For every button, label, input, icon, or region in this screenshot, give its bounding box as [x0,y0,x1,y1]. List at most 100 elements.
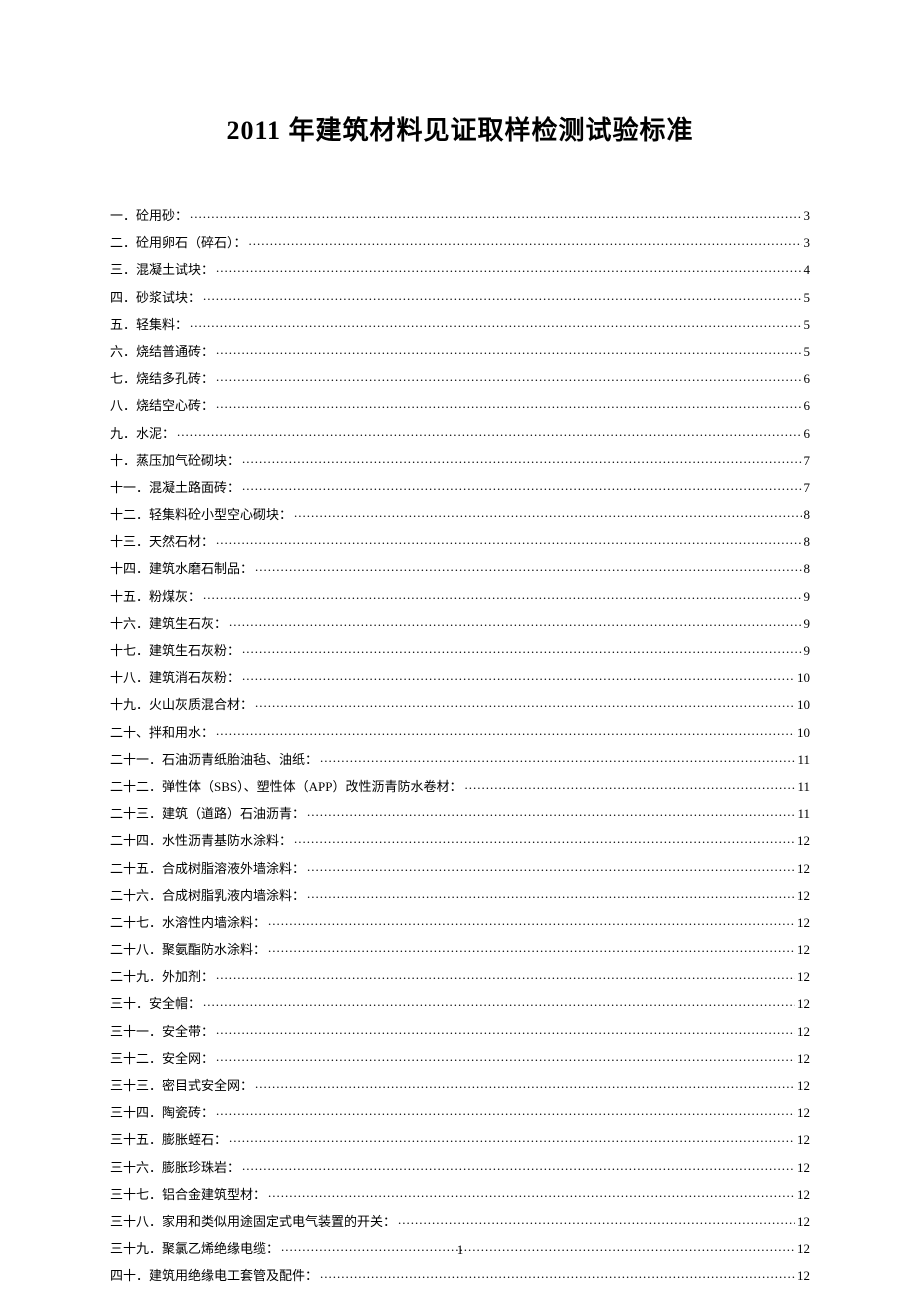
toc-entry-page: 8 [804,562,811,575]
toc-entry: 三十．安全帽：12 [110,995,810,1010]
toc-leader-dots [216,397,801,410]
toc-entry-label: 二十一．石油沥青纸胎油毡、油纸： [110,753,318,766]
toc-entry: 五．轻集料：5 [110,316,810,331]
toc-entry: 二十四．水性沥青基防水涂料：12 [110,832,810,847]
toc-entry: 二十九．外加剂：12 [110,968,810,983]
toc-entry-label: 三十六．膨胀珍珠岩： [110,1161,240,1174]
toc-entry: 三十三．密目式安全网：12 [110,1077,810,1092]
toc-entry: 三十二．安全网：12 [110,1050,810,1065]
page-number: 1 [0,1242,920,1258]
toc-entry-label: 十四．建筑水磨石制品： [110,562,253,575]
table-of-contents: 一．砼用砂：3二．砼用卵石（碎石）：3三．混凝土试块：4四．砂浆试块：5五．轻集… [110,207,810,1282]
toc-entry-page: 12 [797,916,810,929]
toc-leader-dots [320,1267,795,1280]
toc-leader-dots [242,642,801,655]
toc-leader-dots [307,805,795,818]
toc-entry-page: 12 [797,1133,810,1146]
toc-leader-dots [268,941,795,954]
toc-leader-dots [268,914,795,927]
toc-entry: 九．水泥：6 [110,425,810,440]
toc-entry-page: 9 [804,644,811,657]
toc-leader-dots [216,261,801,274]
toc-entry-label: 二十二．弹性体（SBS）、塑性体（APP）改性沥青防水卷材： [110,780,462,793]
toc-leader-dots [177,425,801,438]
toc-entry-label: 四．砂浆试块： [110,291,201,304]
toc-entry-page: 6 [804,372,811,385]
toc-leader-dots [242,1159,795,1172]
toc-entry-label: 三十四．陶瓷砖： [110,1106,214,1119]
toc-entry-page: 6 [804,399,811,412]
toc-entry-label: 十三．天然石材： [110,535,214,548]
toc-entry-page: 9 [804,617,811,630]
toc-entry-label: 三十一．安全带： [110,1025,214,1038]
toc-entry-label: 十二．轻集料砼小型空心砌块： [110,508,292,521]
toc-entry-page: 8 [804,508,811,521]
toc-entry: 三十四．陶瓷砖：12 [110,1104,810,1119]
toc-entry-label: 十．蒸压加气砼砌块： [110,454,240,467]
toc-entry: 二．砼用卵石（碎石）： 3 [110,234,810,249]
toc-entry-page: 3 [804,236,811,249]
toc-leader-dots [320,751,795,764]
toc-entry-page: 11 [797,780,810,793]
toc-leader-dots [203,995,795,1008]
toc-entry-label: 二．砼用卵石（碎石）： [110,236,247,249]
toc-entry-label: 十八．建筑消石灰粉： [110,671,240,684]
toc-leader-dots [203,289,801,302]
toc-entry-label: 六．烧结普通砖： [110,345,214,358]
toc-entry: 二十二．弹性体（SBS）、塑性体（APP）改性沥青防水卷材： 11 [110,778,810,793]
toc-leader-dots [242,479,801,492]
toc-entry-label: 二十八．聚氨酯防水涂料： [110,943,266,956]
toc-entry: 二十五．合成树脂溶液外墙涂料： 12 [110,860,810,875]
toc-entry: 二十六．合成树脂乳液内墙涂料：12 [110,887,810,902]
toc-entry-page: 10 [797,671,810,684]
toc-entry-page: 12 [797,1025,810,1038]
toc-entry: 三．混凝土试块： 4 [110,261,810,276]
toc-entry-label: 二十、拌和用水： [110,726,214,739]
toc-entry-label: 二十九．外加剂： [110,970,214,983]
toc-leader-dots [216,968,795,981]
toc-entry: 十六．建筑生石灰： 9 [110,615,810,630]
toc-entry-page: 5 [804,345,811,358]
toc-entry: 三十七．铝合金建筑型材：12 [110,1186,810,1201]
toc-entry-page: 10 [797,698,810,711]
toc-entry-page: 3 [804,209,811,222]
toc-leader-dots [216,1050,795,1063]
toc-entry-label: 二十六．合成树脂乳液内墙涂料： [110,889,305,902]
toc-leader-dots [255,560,801,573]
toc-entry: 二十七．水溶性内墙涂料：12 [110,914,810,929]
toc-leader-dots [249,234,802,247]
toc-entry-label: 十五．粉煤灰： [110,590,201,603]
toc-entry: 八．烧结空心砖：6 [110,397,810,412]
toc-leader-dots [216,1023,795,1036]
toc-entry: 十一．混凝土路面砖：7 [110,479,810,494]
toc-leader-dots [190,207,801,220]
toc-entry: 十四．建筑水磨石制品： 8 [110,560,810,575]
toc-leader-dots [255,1077,795,1090]
toc-entry-page: 12 [797,1215,810,1228]
toc-leader-dots [307,887,795,900]
toc-entry: 三十八．家用和类似用途固定式电气装置的开关：12 [110,1213,810,1228]
toc-entry: 十二．轻集料砼小型空心砌块： 8 [110,506,810,521]
toc-leader-dots [190,316,801,329]
toc-entry: 十三．天然石材： 8 [110,533,810,548]
toc-entry-page: 8 [804,535,811,548]
toc-entry-page: 12 [797,834,810,847]
toc-entry-page: 12 [797,862,810,875]
toc-entry: 四十．建筑用绝缘电工套管及配件：12 [110,1267,810,1282]
toc-entry-label: 十一．混凝土路面砖： [110,481,240,494]
toc-entry-label: 三．混凝土试块： [110,263,214,276]
toc-entry-label: 二十五．合成树脂溶液外墙涂料： [110,862,305,875]
toc-leader-dots [216,724,795,737]
toc-leader-dots [242,452,801,465]
toc-entry-label: 十六．建筑生石灰： [110,617,227,630]
toc-entry-page: 11 [797,807,810,820]
toc-entry: 二十八．聚氨酯防水涂料： 12 [110,941,810,956]
toc-entry: 十．蒸压加气砼砌块：7 [110,452,810,467]
toc-leader-dots [229,1131,795,1144]
toc-entry-page: 4 [804,263,811,276]
toc-entry-page: 10 [797,726,810,739]
toc-leader-dots [216,343,801,356]
toc-entry: 三十六．膨胀珍珠岩：12 [110,1159,810,1174]
toc-entry-page: 12 [797,943,810,956]
toc-entry-label: 四十．建筑用绝缘电工套管及配件： [110,1269,318,1282]
